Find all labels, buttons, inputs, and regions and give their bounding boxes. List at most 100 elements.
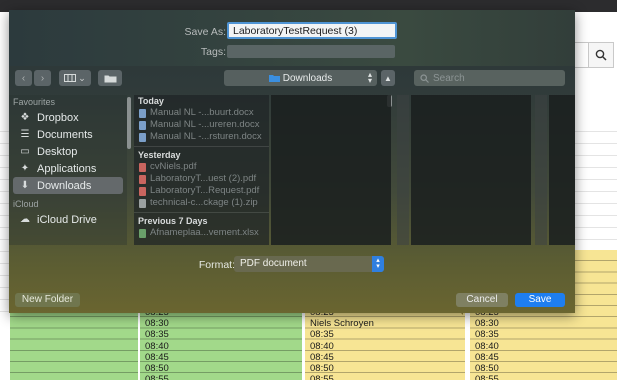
cancel-button[interactable]: Cancel — [456, 293, 508, 307]
pdf-file-icon — [139, 186, 146, 196]
pdf-file-icon — [139, 174, 146, 184]
file-item[interactable]: Afnameplaa...vement.xlsx — [134, 227, 269, 239]
new-folder-toolbar-button[interactable] — [98, 70, 122, 86]
save-button[interactable]: Save — [515, 293, 565, 307]
schedule-cell[interactable]: 08:50 — [305, 364, 465, 375]
dialog-search-field[interactable]: Search — [414, 70, 565, 86]
doc-file-icon — [139, 120, 146, 130]
format-label: Format: — [198, 259, 235, 271]
schedule-cell[interactable]: Niels Schroyen — [305, 319, 465, 330]
recents-group-header: Yesterday — [138, 150, 181, 160]
file-name: Manual NL -...buurt.docx — [150, 107, 254, 118]
schedule-cell[interactable]: 08:55 — [305, 375, 465, 380]
xls-file-icon — [139, 228, 146, 238]
view-options-button[interactable]: ⌄ — [59, 70, 91, 86]
columns-view-icon — [64, 74, 77, 82]
file-name: cvNiels.pdf — [150, 161, 197, 172]
schedule-cell[interactable] — [10, 364, 138, 375]
tags-label: Tags: — [200, 46, 226, 58]
up-down-arrows-icon: ▴ ▾ — [372, 256, 384, 272]
back-button[interactable]: ‹ — [15, 70, 32, 86]
save-as-field[interactable] — [227, 22, 397, 39]
up-down-arrows-icon: ▴ ▾ — [367, 70, 372, 85]
sidebar-scrollbar[interactable] — [126, 95, 132, 245]
group-divider — [134, 146, 269, 147]
schedule-cell[interactable]: 08:45 — [305, 353, 465, 364]
sidebar-item-icloud-drive[interactable]: ☁ iCloud Drive — [13, 211, 123, 228]
format-value: PDF document — [240, 258, 307, 269]
browser-column-2 — [411, 95, 531, 245]
schedule-cell[interactable]: 08:55 — [470, 375, 617, 380]
browser-column-3 — [549, 95, 575, 245]
schedule-cell[interactable]: 08:30 — [140, 319, 302, 330]
background-search-input[interactable] — [574, 42, 588, 68]
schedule-cell[interactable]: 08:55 — [140, 375, 302, 380]
chevron-down-icon: ⌄ — [78, 72, 86, 83]
pdf-file-icon — [139, 162, 146, 172]
file-item[interactable]: Manual NL -...buurt.docx — [134, 107, 269, 119]
chevron-up-icon: ▲ — [384, 73, 392, 83]
zip-file-icon — [139, 198, 146, 208]
file-name: Manual NL -...ureren.docx — [150, 119, 260, 130]
format-select[interactable]: PDF document ▴ ▾ — [234, 256, 384, 272]
schedule-cell[interactable]: 08:35 — [140, 330, 302, 341]
dropbox-icon: ❖ — [20, 112, 30, 123]
documents-icon: ☰ — [20, 129, 30, 140]
schedule-cell[interactable] — [10, 353, 138, 364]
folder-icon — [104, 75, 116, 82]
column-resize-handle-2[interactable] — [535, 95, 547, 245]
group-divider — [134, 212, 269, 213]
new-folder-button[interactable]: New Folder — [15, 293, 80, 307]
schedule-cell[interactable]: 08:40 — [305, 342, 465, 353]
schedule-cell[interactable] — [10, 319, 138, 330]
schedule-cell[interactable]: 08:35 — [305, 330, 465, 341]
cloud-icon: ☁ — [20, 214, 30, 225]
downloads-folder-icon — [268, 75, 280, 82]
location-label: Downloads — [282, 72, 333, 84]
schedule-cell[interactable]: 08:45 — [140, 353, 302, 364]
background-search-button[interactable] — [588, 42, 614, 68]
file-item[interactable]: LaboratoryT...uest (2).pdf — [134, 173, 269, 185]
sidebar-item-label: Documents — [37, 128, 93, 141]
file-item[interactable]: cvNiels.pdf — [134, 161, 269, 173]
sidebar-item-dropbox[interactable]: ❖ Dropbox — [13, 109, 123, 126]
sidebar-header-favourites: Favourites — [13, 97, 56, 107]
schedule-cell[interactable] — [10, 330, 138, 341]
sidebar-item-label: Dropbox — [37, 111, 79, 124]
schedule-cell[interactable]: 08:50 — [470, 364, 617, 375]
schedule-cell[interactable]: 08:50 — [140, 364, 302, 375]
downloads-icon: ⬇ — [20, 180, 30, 191]
sidebar-item-applications[interactable]: ✦ Applications — [13, 160, 123, 177]
save-as-label: Save As: — [184, 26, 226, 38]
schedule-cell[interactable]: 08:40 — [140, 342, 302, 353]
doc-file-icon — [139, 108, 146, 118]
column-resize-handle-1[interactable] — [397, 95, 409, 245]
format-row: Format: PDF document ▴ ▾ — [9, 256, 575, 274]
sidebar-item-label: Applications — [37, 162, 97, 175]
forward-button[interactable]: › — [34, 70, 51, 86]
sidebar-item-desktop[interactable]: ▭ Desktop — [13, 143, 123, 160]
schedule-cell[interactable] — [10, 342, 138, 353]
schedule-cell[interactable] — [10, 375, 138, 380]
schedule-cell[interactable]: 08:40 — [470, 342, 617, 353]
sidebar-item-label: Desktop — [37, 145, 78, 158]
tags-field[interactable] — [227, 45, 395, 58]
file-browser: Favourites ❖ Dropbox ☰ Documents ▭ Desktop ✦ Ap… — [9, 95, 575, 245]
file-item[interactable]: Manual NL -...rsturen.docx — [134, 131, 269, 143]
schedule-cell[interactable]: 08:45 — [470, 353, 617, 364]
save-dialog: Save As: Tags: ‹ › ⌄ Downloa — [9, 10, 575, 313]
search-placeholder: Search — [433, 72, 465, 84]
sidebar-item-documents[interactable]: ☰ Documents — [13, 126, 123, 143]
location-select[interactable]: Downloads ▴ ▾ — [224, 70, 377, 86]
sidebar-header-icloud: iCloud — [13, 199, 39, 209]
file-item[interactable]: LaboratoryT...Request.pdf — [134, 185, 269, 197]
file-name: Manual NL -...rsturen.docx — [150, 131, 262, 142]
schedule-cell[interactable]: 08:30 — [470, 319, 617, 330]
schedule-cell[interactable]: 08:35 — [470, 330, 617, 341]
file-name: LaboratoryT...Request.pdf — [150, 185, 260, 196]
file-item[interactable]: technical-c...ckage (1).zip — [134, 197, 269, 209]
file-item[interactable]: Manual NL -...ureren.docx — [134, 119, 269, 131]
sidebar-item-downloads[interactable]: ⬇ Downloads — [13, 177, 123, 194]
file-name: technical-c...ckage (1).zip — [150, 197, 258, 208]
collapse-button[interactable]: ▲ — [381, 70, 395, 86]
